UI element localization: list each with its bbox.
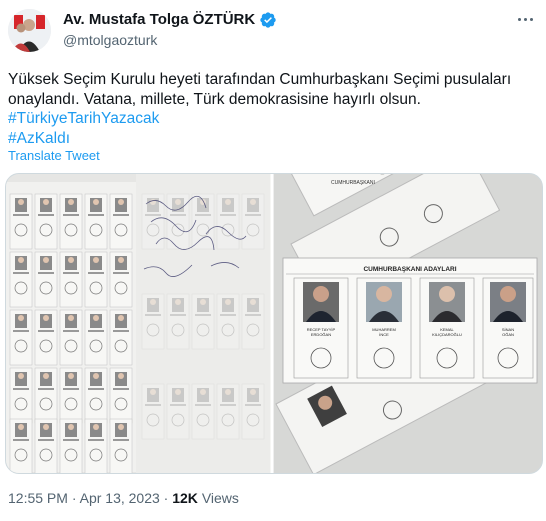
svg-text:CUMHURBAŞKANI: CUMHURBAŞKANI (331, 180, 375, 186)
candidate-name-4b: OĞAN (502, 332, 514, 337)
tweet-media[interactable]: CUMHURBAŞKANI CUMHURBAŞKANI ADAYLARI REC… (5, 173, 543, 474)
candidate-name-1b: ERDOĞAN (311, 332, 331, 337)
tweet-body: Yüksek Seçim Kurulu heyeti tarafından Cu… (8, 71, 512, 108)
translate-tweet-link[interactable]: Translate Tweet (8, 148, 100, 163)
avatar[interactable] (8, 9, 51, 52)
candidate-name-3b: KILIÇDAROĞLU (432, 332, 462, 337)
candidate-name-2b: İNCE (379, 332, 389, 337)
tweet-date[interactable]: Apr 13, 2023 (80, 490, 160, 506)
hashtag-link[interactable]: #TürkiyeTarihYazacak (8, 109, 538, 129)
hashtag-link[interactable]: #AzKaldı (8, 129, 538, 149)
verified-badge-icon (260, 12, 276, 28)
views-count: 12K (172, 490, 198, 506)
author-name-text[interactable]: Av. Mustafa Tolga ÖZTÜRK (63, 11, 255, 29)
tweet-text: Yüksek Seçim Kurulu heyeti tarafından Cu… (8, 70, 538, 148)
author-handle[interactable]: @mtolgaozturk (63, 31, 157, 49)
tweet-time[interactable]: 12:55 PM (8, 490, 68, 506)
tweet: Av. Mustafa Tolga ÖZTÜRK @mtolgaozturk Y… (0, 0, 546, 521)
author-name[interactable]: Av. Mustafa Tolga ÖZTÜRK (63, 11, 277, 29)
views-label: Views (201, 490, 239, 506)
ballot-title: CUMHURBAŞKANI ADAYLARI (363, 266, 456, 273)
tweet-meta: 12:55 PM · Apr 13, 2023 · 12K Views (8, 490, 239, 506)
more-options-icon[interactable] (514, 9, 536, 29)
